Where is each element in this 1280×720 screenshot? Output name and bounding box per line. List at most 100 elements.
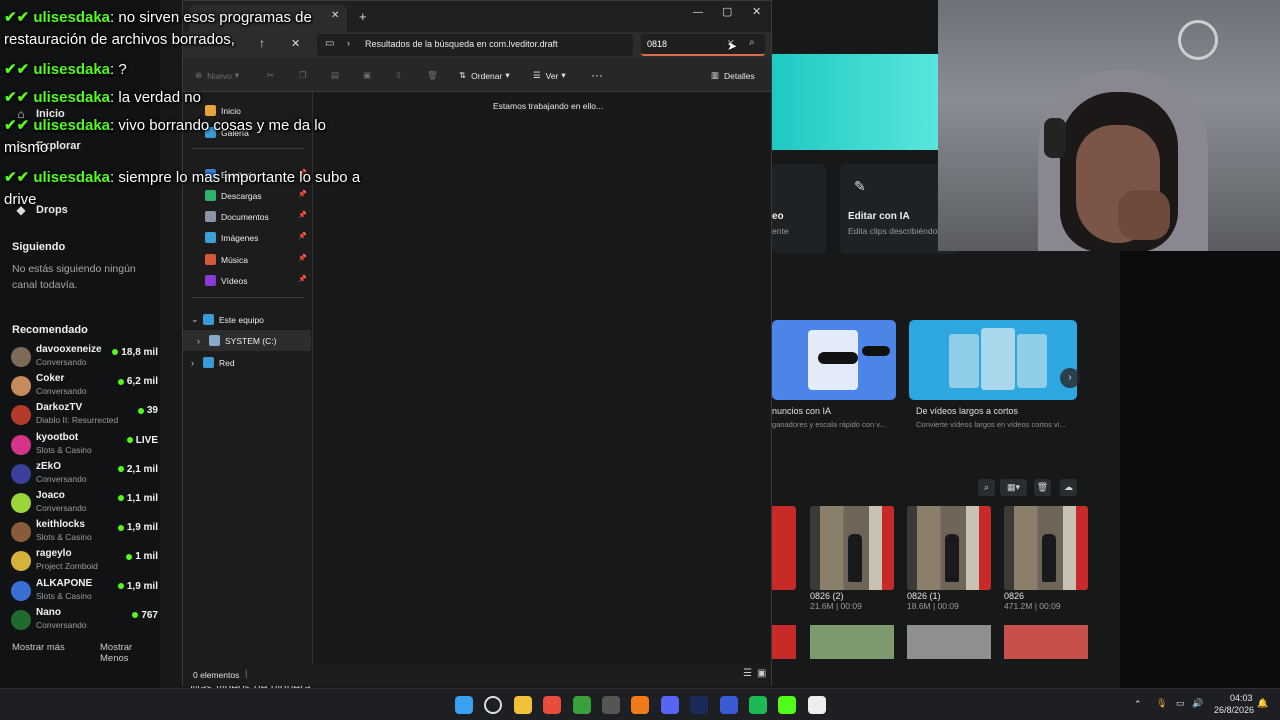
verified-badge-icon: ✔✔ (4, 117, 30, 134)
video-thumb[interactable] (907, 506, 991, 590)
chevron-up-icon[interactable]: ⌃ (1134, 699, 1142, 710)
share-icon[interactable]: ⇪ (395, 70, 402, 81)
promo-card-ads[interactable] (772, 320, 896, 400)
streamer-avatar (11, 551, 31, 572)
search-input[interactable]: 0818 (647, 39, 667, 49)
live-dot-icon (117, 582, 124, 589)
streamer-row[interactable]: kyootbot Slots & Casino LIVE (0, 431, 160, 459)
streamer-row[interactable]: Coker Conversando 6,2 mil (0, 372, 160, 400)
paste-icon[interactable]: ▤ (331, 70, 339, 81)
clock-time[interactable]: 04:03 (1230, 693, 1253, 703)
close-tab-icon[interactable]: ✕ (331, 10, 339, 21)
video-thumb[interactable] (810, 506, 894, 590)
streamer-row[interactable]: Joaco Conversando 1,1 mil (0, 489, 160, 517)
chat-text: vivo borrando cosas y me da lo (118, 117, 326, 134)
viewer-count-text: 18,8 mil (121, 347, 158, 358)
streamer-row[interactable]: zEkO Conversando 2,1 mil (0, 460, 160, 488)
maximize-icon[interactable]: ▢ (722, 5, 732, 18)
show-more-link[interactable]: Mostrar más (12, 642, 65, 653)
carousel-next-icon[interactable]: › (1060, 368, 1080, 388)
minecraft-icon[interactable] (572, 696, 591, 714)
video-thumb-row2[interactable] (907, 625, 991, 659)
volume-icon[interactable]: 🔊 (1192, 698, 1203, 709)
viewer-count: 1,1 mil (117, 493, 158, 504)
tree-item[interactable]: › Red (183, 352, 311, 373)
close-window-icon[interactable]: ✕ (752, 5, 761, 18)
cut-icon[interactable]: ✂ (267, 70, 274, 81)
video-thumb[interactable] (1004, 506, 1088, 590)
video-thumb-row2[interactable] (1004, 625, 1088, 659)
chat-text-continued: restauración de archivos borrados, (4, 31, 235, 48)
viewer-count: 39 (137, 405, 158, 416)
tree-item[interactable]: ⌄ Este equipo (183, 309, 311, 330)
kick-icon[interactable] (778, 696, 797, 714)
sort-button[interactable]: ⇅ Ordenar ▾ (459, 70, 510, 81)
view-button[interactable]: ☰ Ver ▾ (533, 70, 566, 81)
cloud-off-icon[interactable]: ☁ (1060, 479, 1077, 496)
streamer-row[interactable]: Nano Conversando 767 (0, 606, 160, 634)
expand-chevron-icon[interactable]: › (197, 336, 209, 346)
capcut-icon[interactable] (807, 696, 826, 714)
grid-view-icon[interactable]: ▦▾ (1000, 479, 1027, 496)
tiles-view-icon[interactable]: ▣ (757, 668, 766, 679)
more-options-icon[interactable]: ··· (591, 68, 603, 82)
pin-icon: 📌 (298, 255, 307, 262)
drive-icon (209, 335, 220, 346)
search-icon[interactable]: ⌕ (978, 479, 995, 496)
search-icon[interactable] (484, 696, 503, 714)
windows-start-icon[interactable] (455, 696, 473, 714)
fl-studio-icon[interactable] (631, 696, 650, 714)
folder-icon (205, 105, 216, 116)
streamer-row[interactable]: davooxeneize Conversando 18,8 mil (0, 343, 160, 371)
obs-icon[interactable] (602, 696, 620, 714)
nav-pane-item[interactable]: Imágenes 📌 (183, 227, 311, 248)
promo-card-long-to-short[interactable] (909, 320, 1077, 400)
network-icon[interactable]: ▭ (1176, 698, 1185, 709)
video-thumb-row2[interactable] (772, 625, 796, 659)
microphone-icon[interactable]: 🎙 (1156, 698, 1167, 709)
nav-pane-item[interactable]: Documentos 📌 (183, 206, 311, 227)
photoshop-icon[interactable] (690, 696, 709, 714)
expand-chevron-icon[interactable]: › (191, 358, 203, 368)
search-box[interactable]: 0818 ✕ ⌕ (641, 34, 765, 56)
streamer-row[interactable]: DarkozTV Diablo II: Resurrected 39 (0, 401, 160, 429)
tree-item[interactable]: › SYSTEM (C:) (183, 330, 311, 351)
trash-icon[interactable]: 🗑 (1034, 479, 1051, 496)
minimize-icon[interactable]: — (693, 7, 703, 18)
spotify-icon[interactable] (749, 696, 767, 714)
details-button[interactable]: ▥ Detalles (711, 70, 755, 81)
clock-date[interactable]: 26/8/2026 (1214, 705, 1254, 715)
streamer-row[interactable]: keithlocks Slots & Casino 1,9 mil (0, 518, 160, 546)
address-bar[interactable]: ▭ › Resultados de la búsqueda en com.lve… (317, 34, 633, 56)
video-thumb-row2[interactable] (810, 625, 894, 659)
nav-pane-item[interactable]: Música 📌 (183, 249, 311, 270)
copy-icon[interactable]: ❐ (299, 70, 307, 81)
new-button[interactable]: ⊕ Nuevo ▾ (195, 70, 239, 81)
chrome-icon[interactable] (543, 696, 562, 714)
sort-icon: ⇅ (459, 70, 467, 80)
streamer-name: Nano (36, 606, 61, 618)
streamer-name: davooxeneize (36, 344, 102, 355)
streamer-row[interactable]: ALKAPONE Slots & Casino 1,9 mil (0, 577, 160, 605)
viewer-count: 1,9 mil (117, 581, 158, 592)
expand-chevron-icon[interactable]: ⌄ (191, 314, 203, 325)
nav-pane-item[interactable]: Vídeos 📌 (183, 270, 311, 291)
chat-username: ulisesdaka (33, 61, 111, 78)
show-less-link[interactable]: Mostrar Menos (100, 642, 160, 664)
feature-card-left[interactable]: eo ente (772, 164, 826, 254)
file-explorer-icon[interactable] (513, 696, 532, 714)
chat-text: la verdad no (118, 89, 201, 106)
search-icon[interactable]: ⌕ (749, 37, 755, 48)
feature-left-sub: ente (772, 226, 789, 236)
vpn-icon[interactable] (719, 696, 738, 714)
notification-bell-icon[interactable]: 🔔 (1257, 698, 1268, 709)
discord-icon[interactable] (660, 696, 679, 714)
new-label: Nuevo (207, 70, 232, 81)
rename-icon[interactable]: ▣ (363, 70, 371, 81)
delete-icon[interactable]: 🗑 (427, 70, 438, 81)
webcam-wall-decor (1178, 20, 1218, 60)
new-tab-icon[interactable]: + (359, 9, 367, 24)
streamer-row[interactable]: rageylo Project Zomboid 1 mil (0, 547, 160, 575)
details-view-icon[interactable]: ☰ (743, 668, 752, 679)
view-icon: ☰ (533, 70, 541, 80)
